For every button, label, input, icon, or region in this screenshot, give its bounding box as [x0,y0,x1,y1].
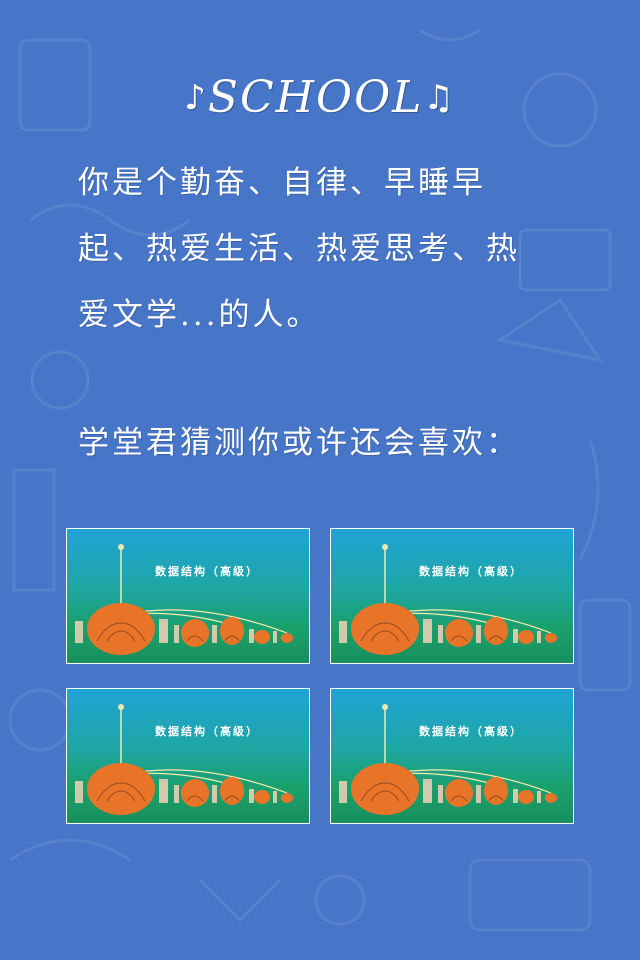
logo-wordmark: ♪SCHOOL♫ [184,62,456,134]
intro-line: 起、热爱生活、热爱思考、热 [78,231,520,267]
course-thumbnail [339,544,557,655]
course-thumbnail [339,704,557,815]
school-logo: ♪SCHOOL♫ [0,62,640,134]
music-notes-icon: ♫ [423,78,456,118]
course-thumbnail [75,704,293,815]
intro-line: 爱文学...的人。 [78,297,321,333]
course-title: 数据结构（高级） [419,565,523,578]
course-card[interactable]: 数据结构（高级） [66,688,310,824]
recommended-courses-grid: 数据结构（高级） 数据结构（高级） 数据结构（高级） 数据结构（高级） [66,528,576,828]
course-card[interactable]: 数据结构（高级） [330,688,574,824]
intro-paragraph: 你是个勤奋、自律、早睡早 起、热爱生活、热爱思考、热 爱文学...的人。 [78,150,558,348]
course-title: 数据结构（高级） [155,725,259,738]
logo-text: SCHOOL [207,72,424,123]
course-title: 数据结构（高级） [155,565,259,578]
course-thumbnail [75,544,293,655]
suggestion-heading: 学堂君猜测你或许还会喜欢： [78,425,520,461]
music-note-icon: ♪ [184,78,208,118]
course-card[interactable]: 数据结构（高级） [66,528,310,664]
intro-line: 你是个勤奋、自律、早睡早 [78,165,486,201]
course-card[interactable]: 数据结构（高级） [330,528,574,664]
course-title: 数据结构（高级） [419,725,523,738]
